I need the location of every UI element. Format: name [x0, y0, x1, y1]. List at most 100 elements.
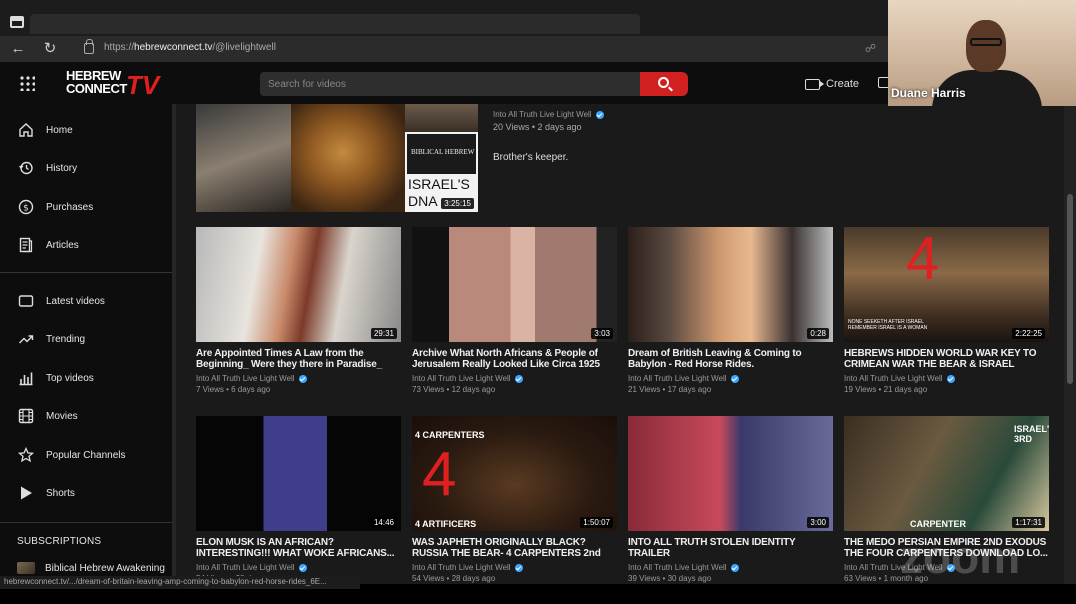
sidebar-item-home[interactable]: Home	[0, 115, 172, 145]
video-title[interactable]: Dream of British Leaving & Coming to Bab…	[628, 348, 833, 370]
video-duration: 3:00	[807, 517, 829, 528]
sidebar-item-latest-videos[interactable]: Latest videos	[0, 286, 172, 316]
share-icon[interactable]: ☍	[865, 42, 876, 55]
create-button[interactable]: Create	[805, 76, 859, 92]
video-duration: 1:17:31	[1012, 517, 1045, 528]
main-scrollbar[interactable]	[1064, 104, 1076, 584]
apps-grid-icon[interactable]	[19, 75, 35, 91]
film-icon	[18, 408, 34, 424]
sidebar-item-purchases[interactable]: $ Purchases	[0, 192, 172, 222]
search-input[interactable]	[260, 72, 640, 96]
video-thumbnail[interactable]: 0:28	[628, 227, 833, 342]
webcam-overlay: Duane Harris	[888, 0, 1076, 106]
channel-name[interactable]: Into All Truth Live Light Well	[196, 563, 401, 572]
video-thumbnail[interactable]: 29:31	[196, 227, 401, 342]
thumbnail-caption: BIBLICAL HEBREW	[411, 148, 475, 156]
thumbnail-caption-line: ISRAEL'S	[1014, 424, 1049, 434]
featured-meta: Into All Truth Live Light Well 20 Views …	[493, 110, 893, 163]
refresh-icon[interactable]: ↻	[40, 40, 60, 58]
channel-label: Into All Truth Live Light Well	[493, 110, 592, 119]
star-icon	[18, 447, 34, 463]
sidebar-item-popular-channels[interactable]: Popular Channels	[0, 440, 172, 470]
video-card[interactable]: 0:28 Dream of British Leaving & Coming t…	[628, 227, 833, 394]
search-button[interactable]	[640, 72, 688, 96]
video-title[interactable]: HEBREWS HIDDEN WORLD WAR KEY TO CRIMEAN …	[844, 348, 1049, 370]
webcam-person	[966, 20, 1006, 72]
video-thumbnail[interactable]: 14:46	[196, 416, 401, 531]
status-url: hebrewconnect.tv/.../dream-of-britain-le…	[4, 577, 327, 586]
video-card[interactable]: 4 NONE SEEKETH AFTER ISRAEL REMEMBER ISR…	[844, 227, 1049, 394]
thumbnail-caption: CARPENTER	[910, 519, 967, 529]
verified-icon	[946, 374, 955, 383]
articles-icon	[19, 237, 33, 253]
subscription-avatar	[17, 562, 35, 574]
site-logo[interactable]: HEBREW CONNECT TV	[66, 69, 159, 99]
verified-icon	[730, 563, 739, 572]
channel-name[interactable]: Into All Truth Live Light Well	[412, 374, 617, 383]
video-title[interactable]: WAS JAPHETH ORIGINALLY BLACK? RUSSIA THE…	[412, 537, 617, 559]
subscription-label: Biblical Hebrew Awakening	[45, 562, 165, 574]
thumbnail-caption: 4 CARPENTERS	[415, 430, 485, 440]
sidebar-item-articles[interactable]: Articles	[0, 230, 172, 260]
sidebar-label: Trending	[46, 333, 86, 345]
video-thumbnail[interactable]: ISRAEL'S3RD CARPENTER 1:17:31	[844, 416, 1049, 531]
main-content: BIBLICAL HEBREW ISRAEL'S DNA 3:25:15 Into…	[176, 104, 1064, 584]
channel-name[interactable]: Into All Truth Live Light Well	[628, 374, 833, 383]
sidebar-divider	[0, 522, 172, 523]
video-duration: 29:31	[370, 328, 397, 339]
sidebar-label: History	[46, 162, 78, 174]
video-description: Brother's keeper.	[493, 152, 569, 163]
channel-name[interactable]: Into All Truth Live Light Well	[412, 563, 617, 572]
channel-label: Into All Truth Live Light Well	[196, 563, 295, 572]
video-meta: 73 Views • 12 days ago	[412, 385, 496, 394]
thumbnail-caption-line: ISRAEL'S	[408, 176, 470, 192]
video-thumbnail[interactable]: 4 CARPENTERS 4 4 ARTIFICERS 1:50:07	[412, 416, 617, 531]
channel-name[interactable]: Into All Truth Live Light Well	[196, 374, 401, 383]
home-icon	[19, 123, 33, 137]
video-title[interactable]: Archive What North Africans & People of …	[412, 348, 617, 370]
video-thumbnail[interactable]: 4 NONE SEEKETH AFTER ISRAEL REMEMBER ISR…	[844, 227, 1049, 342]
channel-name[interactable]: Into All Truth Live Light Well	[493, 110, 893, 119]
verified-icon	[514, 374, 523, 383]
channel-name[interactable]: Into All Truth Live Light Well	[844, 374, 1049, 383]
thumbnail-image	[196, 104, 291, 212]
sidebar-label: Articles	[46, 239, 79, 251]
sidebar-item-top-videos[interactable]: Top videos	[0, 363, 172, 393]
back-arrow-icon[interactable]: ←	[8, 40, 28, 58]
video-icon	[18, 295, 34, 307]
lock-icon	[84, 39, 94, 54]
sidebar-item-movies[interactable]: Movies	[0, 401, 172, 431]
thumbnail-caption-line: 3RD	[1014, 434, 1033, 444]
sidebar-item-shorts[interactable]: Shorts	[0, 478, 172, 508]
sidebar-label: Movies	[46, 410, 78, 422]
sidebar-item-trending[interactable]: Trending	[0, 324, 172, 354]
video-card[interactable]: 29:31 Are Appointed Times A Law from the…	[196, 227, 401, 394]
search-bar	[260, 72, 640, 96]
sidebar-label: Purchases	[46, 201, 94, 213]
channel-name[interactable]: Into All Truth Live Light Well	[628, 563, 833, 572]
thumbnail-caption: NONE SEEKETH AFTER ISRAEL REMEMBER ISRAE…	[848, 319, 928, 331]
tab-actions-icon[interactable]	[10, 16, 24, 28]
verified-icon	[730, 374, 739, 383]
dollar-icon: $	[18, 199, 34, 215]
subscription-item[interactable]: Biblical Hebrew Awakening	[17, 562, 165, 574]
featured-thumbnail[interactable]: BIBLICAL HEBREW ISRAEL'S DNA 3:25:15	[196, 104, 478, 212]
channel-label: Into All Truth Live Light Well	[412, 563, 511, 572]
video-title[interactable]: ELON MUSK IS AN AFRICAN? INTERESTING!!! …	[196, 537, 401, 559]
url-host: hebrewconnect.tv	[134, 42, 213, 53]
video-card[interactable]: 3:00 INTO ALL TRUTH STOLEN IDENTITY TRAI…	[628, 416, 833, 583]
video-thumbnail[interactable]: 3:03	[412, 227, 617, 342]
thumbnail-caption: ISRAEL'S3RD	[1014, 424, 1049, 444]
video-thumbnail[interactable]: 3:00	[628, 416, 833, 531]
video-title[interactable]: INTO ALL TRUTH STOLEN IDENTITY TRAILER	[628, 537, 833, 559]
notification-icon[interactable]	[878, 77, 888, 88]
video-card[interactable]: 4 CARPENTERS 4 4 ARTIFICERS 1:50:07 WAS …	[412, 416, 617, 583]
browser-tab[interactable]	[30, 14, 640, 34]
sidebar-item-history[interactable]: History	[0, 153, 172, 183]
video-card[interactable]: 14:46 ELON MUSK IS AN AFRICAN? INTERESTI…	[196, 416, 401, 583]
video-card[interactable]: 3:03 Archive What North Africans & Peopl…	[412, 227, 617, 394]
scrollbar-thumb[interactable]	[1067, 194, 1073, 384]
url-field[interactable]: https://hebrewconnect.tv/@livelightwell …	[78, 39, 884, 59]
thumbnail-number: 4	[906, 227, 940, 292]
video-title[interactable]: Are Appointed Times A Law from the Begin…	[196, 348, 401, 370]
